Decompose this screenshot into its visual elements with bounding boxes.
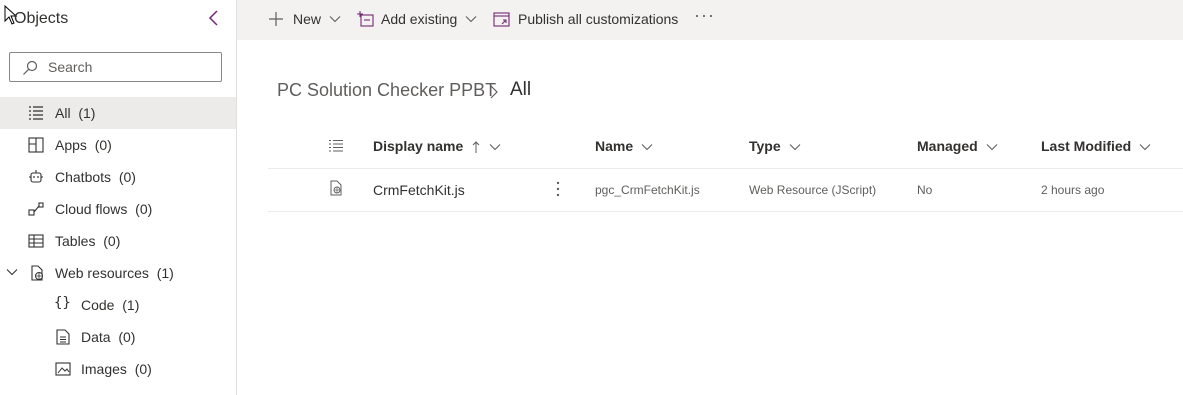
nav-item-label: Apps	[55, 137, 87, 153]
row-managed: No	[917, 183, 933, 197]
search-icon	[23, 60, 38, 75]
nav-item-count: (1)	[122, 297, 140, 313]
nav-item-count: (1)	[78, 105, 96, 121]
document-icon	[56, 329, 70, 345]
select-all-icon[interactable]	[329, 139, 343, 153]
plus-icon	[269, 12, 283, 26]
nav-item-all[interactable]: All (1)	[0, 97, 236, 129]
chevron-down-icon	[1139, 144, 1151, 151]
nav-item-tables[interactable]: Tables (0)	[0, 225, 236, 257]
publish-label: Publish all customizations	[518, 11, 679, 27]
chevron-down-icon	[641, 144, 653, 151]
nav-item-label: All	[55, 105, 71, 121]
nav-item-count: (0)	[134, 361, 152, 377]
nav-item-count: (0)	[94, 137, 112, 153]
row-type: Web Resource (JScript)	[749, 183, 877, 197]
publish-icon	[493, 12, 510, 27]
more-vertical-icon[interactable]	[556, 181, 560, 197]
nav-item-data[interactable]: Data (0)	[0, 321, 236, 353]
new-button[interactable]: New	[268, 10, 346, 30]
web-resource-icon	[31, 265, 43, 281]
chevron-down-icon[interactable]	[6, 266, 18, 278]
grid-header: Display name Name Type Managed Last Modi…	[268, 126, 1183, 169]
objects-title: Objects	[14, 10, 69, 27]
code-braces-icon: {}	[54, 295, 71, 311]
nav-item-label: Cloud flows	[55, 201, 128, 217]
nav-item-web-resources[interactable]: Web resources (1)	[0, 257, 236, 289]
objects-panel: Objects All (1) Apps (0) Chatbots (0)	[0, 0, 237, 395]
nav-item-count: (0)	[135, 201, 153, 217]
column-name[interactable]: Name	[595, 138, 653, 154]
nav-item-code[interactable]: {} Code (1)	[0, 289, 236, 321]
flow-icon	[28, 202, 44, 216]
nav-item-label: Code	[81, 297, 115, 313]
table-row[interactable]: CrmFetchKit.js pgc_CrmFetchKit.js Web Re…	[268, 169, 1183, 212]
chevron-right-icon	[490, 85, 498, 99]
nav-item-images[interactable]: Images (0)	[0, 353, 236, 385]
collapse-panel-icon[interactable]	[206, 8, 222, 28]
nav-item-count: (0)	[103, 233, 121, 249]
list-icon	[29, 106, 43, 120]
bot-icon	[29, 170, 43, 183]
command-bar: New Add existing Publish all customizati…	[237, 0, 1183, 40]
add-existing-button[interactable]: Add existing	[356, 10, 482, 30]
chevron-down-icon	[465, 16, 477, 23]
column-last-modified[interactable]: Last Modified	[1041, 138, 1151, 154]
nav-item-label: Tables	[55, 233, 96, 249]
column-type[interactable]: Type	[749, 138, 801, 154]
nav-item-apps[interactable]: Apps (0)	[0, 129, 236, 161]
chevron-down-icon	[789, 144, 800, 151]
nav-item-label: Data	[81, 329, 111, 345]
column-managed[interactable]: Managed	[917, 138, 998, 154]
nav-item-label: Web resources	[55, 265, 149, 281]
column-label: Last Modified	[1041, 138, 1132, 154]
publish-all-button[interactable]: Publish all customizations	[493, 10, 683, 30]
search-box[interactable]	[9, 52, 222, 82]
sort-ascending-icon	[472, 141, 480, 154]
image-icon	[55, 362, 71, 376]
column-label: Display name	[373, 138, 464, 154]
nav-item-count: (0)	[118, 329, 136, 345]
more-icon: ···	[694, 5, 715, 25]
breadcrumb-solution[interactable]: PC Solution Checker PPBT	[277, 80, 496, 101]
nav-item-cloud-flows[interactable]: Cloud flows (0)	[0, 193, 236, 225]
search-input[interactable]	[46, 58, 220, 76]
add-existing-label: Add existing	[381, 11, 458, 27]
column-label: Managed	[917, 138, 978, 154]
table-icon	[28, 234, 44, 248]
new-label: New	[293, 11, 322, 27]
nav-item-count: (0)	[118, 169, 136, 185]
web-resource-icon	[330, 180, 342, 196]
chevron-down-icon	[986, 144, 997, 151]
chevron-down-icon	[329, 16, 341, 23]
apps-icon	[28, 137, 44, 153]
add-existing-icon	[357, 11, 374, 27]
column-label: Type	[749, 138, 781, 154]
more-commands-button[interactable]: ···	[694, 5, 715, 25]
nav-item-chatbots[interactable]: Chatbots (0)	[0, 161, 236, 193]
column-display-name[interactable]: Display name	[373, 138, 501, 154]
nav-item-count: (1)	[156, 265, 174, 281]
breadcrumb-current: All	[510, 79, 532, 100]
column-label: Name	[595, 138, 634, 154]
row-last-modified: 2 hours ago	[1041, 183, 1105, 197]
nav-item-label: Images	[81, 361, 127, 377]
nav-item-label: Chatbots	[55, 169, 112, 185]
row-name: pgc_CrmFetchKit.js	[595, 183, 700, 197]
row-display-name[interactable]: CrmFetchKit.js	[373, 182, 465, 198]
chevron-down-icon	[489, 144, 501, 151]
